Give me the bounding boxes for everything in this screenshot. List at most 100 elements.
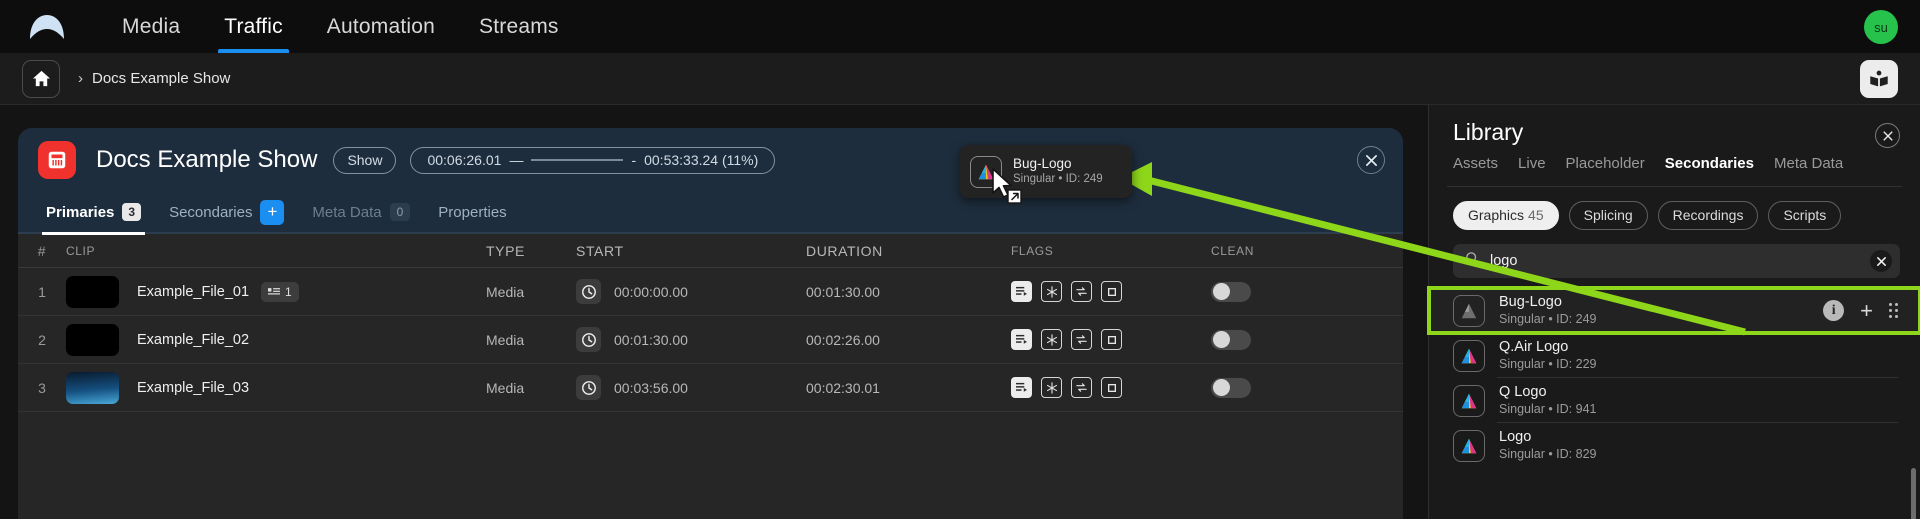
column-header-type: TYPE — [486, 242, 525, 259]
tab-meta-data-badge: 0 — [389, 203, 411, 221]
library-tab-meta-data[interactable]: Meta Data — [1774, 155, 1843, 172]
show-type-pill[interactable]: Show — [333, 146, 397, 174]
close-icon[interactable] — [1357, 146, 1385, 174]
clip-name: Example_File_02 — [137, 331, 250, 348]
library-filter-pills: Graphics 45 Splicing Recordings Scripts — [1429, 187, 1920, 230]
library-tab-assets[interactable]: Assets — [1453, 155, 1498, 172]
clean-toggle[interactable] — [1211, 377, 1251, 398]
row-flags-cell — [1011, 377, 1211, 398]
asset-subtitle: Singular • ID: 249 — [1499, 311, 1597, 326]
list-item[interactable]: Q.Air Logo Singular • ID: 229 — [1429, 333, 1920, 378]
column-header-clip: CLIP — [66, 243, 96, 258]
clock-icon[interactable] — [576, 279, 601, 304]
mountain-logo-icon[interactable] — [24, 10, 70, 44]
clean-toggle[interactable] — [1211, 329, 1251, 350]
asset-name: Bug-Logo — [1499, 294, 1562, 311]
stop-icon[interactable] — [1101, 329, 1122, 350]
table-row[interactable]: 1 Example_File_01 1 Media 00:00:00.00 00… — [18, 268, 1403, 316]
clear-icon[interactable] — [1870, 250, 1892, 272]
filter-pill-graphics[interactable]: Graphics 45 — [1453, 201, 1559, 230]
list-item[interactable]: Q Logo Singular • ID: 941 — [1429, 378, 1920, 423]
row-type: Media — [486, 379, 525, 396]
stop-icon[interactable] — [1101, 281, 1122, 302]
row-start-value: 00:03:56.00 — [614, 379, 688, 396]
tab-secondaries-label: Secondaries — [169, 203, 253, 221]
user-avatar[interactable]: su — [1864, 10, 1898, 44]
nav-item-traffic[interactable]: Traffic — [202, 0, 305, 53]
library-panel: Library Assets Live Placeholder Secondar… — [1427, 105, 1920, 519]
asset-name: Logo — [1499, 429, 1532, 446]
list-item[interactable]: Bug-Logo Singular • ID: 249 i + — [1427, 286, 1920, 335]
filter-pill-recordings[interactable]: Recordings — [1657, 201, 1759, 230]
clock-icon[interactable] — [576, 375, 601, 400]
add-secondary-button[interactable]: + — [260, 199, 285, 225]
clean-toggle[interactable] — [1211, 281, 1251, 302]
nav-item-streams[interactable]: Streams — [457, 0, 581, 53]
clip-name: Example_File_03 — [137, 379, 250, 396]
tab-properties[interactable]: Properties — [428, 191, 516, 233]
info-icon[interactable]: i — [1823, 300, 1845, 321]
table-row[interactable]: 3 Example_File_03 Media 00:03:56.00 00:0… — [18, 364, 1403, 412]
loop-icon[interactable] — [1071, 377, 1092, 398]
row-flags-cell — [1011, 281, 1211, 302]
asset-thumbnail — [1453, 429, 1485, 462]
loop-icon[interactable] — [1071, 281, 1092, 302]
tab-primaries[interactable]: Primaries 3 — [36, 191, 151, 235]
library-search-bar[interactable] — [1453, 244, 1900, 278]
top-navigation-bar: Media Traffic Automation Streams su — [0, 0, 1920, 53]
row-number: 3 — [38, 379, 46, 396]
freeze-icon[interactable] — [1041, 281, 1062, 302]
timecode-dash-left: — — [509, 151, 524, 168]
metadata-icon[interactable]: 1 — [261, 281, 299, 302]
toggle-knob — [1213, 379, 1230, 396]
row-clip-cell: Example_File_03 — [66, 371, 486, 404]
row-clip-cell: Example_File_02 — [66, 323, 486, 356]
asset-text: Logo Singular • ID: 829 — [1499, 429, 1898, 462]
search-input[interactable] — [1490, 253, 1860, 269]
asset-text: Q Logo Singular • ID: 941 — [1499, 384, 1898, 417]
show-panel-tabs: Primaries 3 Secondaries + Meta Data 0 Pr… — [18, 191, 1403, 235]
list-item[interactable]: Logo Singular • ID: 829 — [1429, 423, 1920, 468]
search-icon — [1465, 251, 1480, 271]
close-icon[interactable] — [1875, 123, 1900, 148]
breadcrumb-path[interactable]: Docs Example Show — [92, 70, 230, 87]
library-tab-placeholder[interactable]: Placeholder — [1566, 155, 1645, 172]
row-duration: 00:01:30.00 — [806, 283, 880, 300]
playlist-icon[interactable] — [1011, 329, 1032, 350]
tab-meta-data[interactable]: Meta Data 0 — [302, 191, 420, 233]
home-icon[interactable] — [22, 59, 60, 98]
page-title: Docs Example Show — [96, 146, 318, 173]
library-tab-live[interactable]: Live — [1518, 155, 1546, 172]
loop-icon[interactable] — [1071, 329, 1092, 350]
drag-ghost-name: Bug-Logo — [1013, 155, 1072, 171]
asset-thumbnail — [1453, 384, 1485, 417]
table-row[interactable]: 2 Example_File_02 Media 00:01:30.00 00:0… — [18, 316, 1403, 364]
library-book-icon[interactable] — [1860, 60, 1898, 98]
playlist-icon[interactable] — [1011, 377, 1032, 398]
filter-pill-splicing[interactable]: Splicing — [1568, 201, 1648, 230]
timecode-start: 00:06:26.01 — [427, 151, 502, 168]
library-tab-secondaries[interactable]: Secondaries — [1665, 155, 1754, 172]
nav-item-media[interactable]: Media — [100, 0, 202, 53]
drag-ghost-subtitle: Singular • ID: 249 — [1013, 173, 1103, 186]
drag-handle-icon[interactable] — [1889, 303, 1898, 318]
freeze-icon[interactable] — [1041, 377, 1062, 398]
clock-icon[interactable] — [576, 327, 601, 352]
show-panel: Docs Example Show Show 00:06:26.01 — - 0… — [18, 128, 1403, 519]
filter-pill-scripts[interactable]: Scripts — [1768, 201, 1842, 230]
table-header-row: # CLIP TYPE START DURATION FLAGS CLEAN — [18, 234, 1403, 268]
nav-item-automation[interactable]: Automation — [305, 0, 457, 53]
breadcrumb-bar: › Docs Example Show — [0, 53, 1920, 105]
nav-items: Media Traffic Automation Streams — [100, 0, 581, 53]
add-icon[interactable]: + — [1860, 299, 1873, 322]
freeze-icon[interactable] — [1041, 329, 1062, 350]
library-title: Library — [1453, 119, 1524, 145]
tab-secondaries[interactable]: Secondaries + — [159, 191, 294, 233]
row-type: Media — [486, 283, 525, 300]
playlist-icon[interactable] — [1011, 281, 1032, 302]
library-scrollbar[interactable] — [1911, 468, 1916, 519]
row-start-cell: 00:01:30.00 — [576, 327, 806, 352]
show-timecode-pill[interactable]: 00:06:26.01 — - 00:53:33.24 (11%) — [410, 146, 776, 174]
row-start-cell: 00:00:00.00 — [576, 279, 806, 304]
stop-icon[interactable] — [1101, 377, 1122, 398]
